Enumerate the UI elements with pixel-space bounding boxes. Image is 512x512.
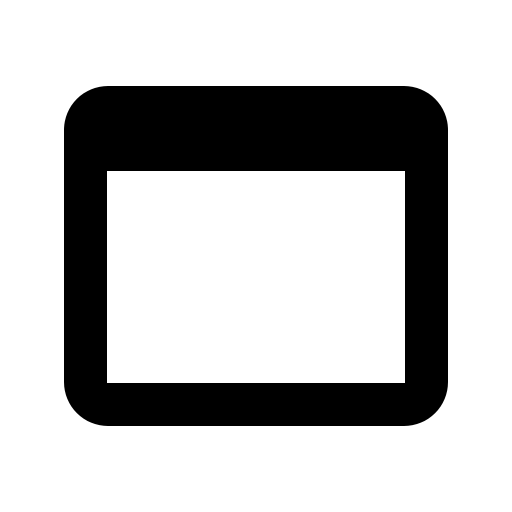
window-frame bbox=[64, 86, 448, 426]
browser-window-icon bbox=[64, 86, 448, 426]
icon-canvas bbox=[0, 0, 512, 512]
